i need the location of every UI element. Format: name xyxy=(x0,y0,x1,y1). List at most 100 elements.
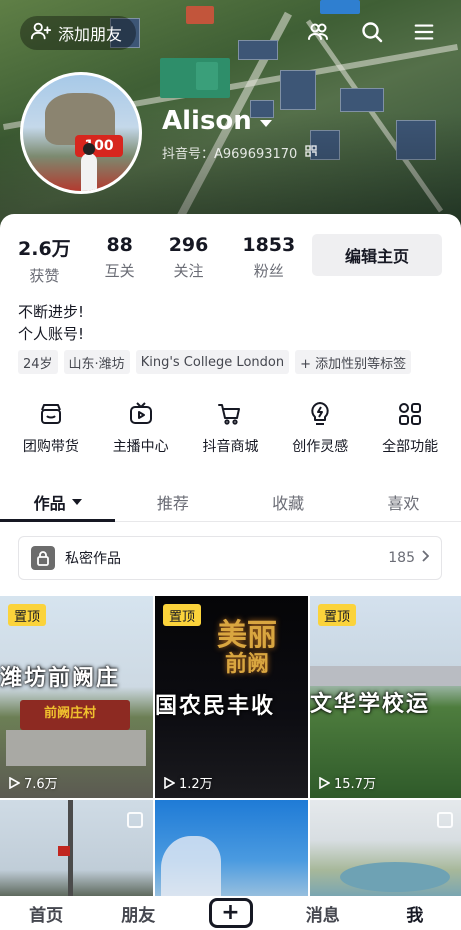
private-works-count-value: 185 xyxy=(388,550,415,566)
tab-likes[interactable]: 喜欢 xyxy=(346,482,461,521)
tab-favorites[interactable]: 收藏 xyxy=(231,482,346,521)
video-thumbnail[interactable] xyxy=(0,800,153,900)
shopping-cart-icon xyxy=(216,400,244,428)
feature-all[interactable]: 全部功能 xyxy=(367,400,453,456)
chevron-down-icon xyxy=(259,119,272,127)
tab-label: 作品 xyxy=(33,493,66,513)
feature-label: 团购带货 xyxy=(22,439,79,455)
stat-following[interactable]: 296 关注 xyxy=(169,234,209,286)
pinned-badge: 置顶 xyxy=(163,604,202,626)
play-count-value: 1.2万 xyxy=(179,777,213,792)
account-id[interactable]: 抖音号：A969693170 xyxy=(162,143,318,162)
account-id-text: 抖音号：A969693170 xyxy=(162,147,298,162)
video-thumbnail[interactable]: 前阙庄村 置顶 潍坊前阙庄 7.6万 xyxy=(0,596,153,798)
stat-label: 互关 xyxy=(104,262,135,280)
avatar[interactable]: 100 xyxy=(20,72,142,194)
chevron-down-icon xyxy=(71,498,82,505)
profile-tags: 24岁 山东·潍坊 King's College London + 添加性别等标… xyxy=(18,350,412,374)
play-count: 1.2万 xyxy=(163,773,213,792)
video-caption: 国农民丰收 xyxy=(155,693,276,719)
nav-me[interactable]: 我 xyxy=(369,901,461,926)
tag-location[interactable]: 山东·潍坊 xyxy=(63,350,130,374)
private-works-row[interactable]: 私密作品 185 xyxy=(18,536,442,580)
banner-field xyxy=(186,6,214,24)
tag-age[interactable]: 24岁 xyxy=(18,350,58,374)
nav-messages[interactable]: 消息 xyxy=(277,901,369,926)
thumb-road xyxy=(6,730,146,766)
thumb-sign-text: 前阙庄村 xyxy=(44,706,97,721)
friends-icon[interactable] xyxy=(304,18,332,46)
stat-value: 2.6万 xyxy=(18,238,71,260)
stat-label: 粉丝 xyxy=(253,262,284,280)
bio-line: 个人账号! xyxy=(18,325,85,343)
tab-label: 推荐 xyxy=(156,493,189,513)
bio[interactable]: 不断进步! 个人账号! xyxy=(18,301,84,345)
bio-line: 不断进步! xyxy=(18,303,85,321)
add-person-icon xyxy=(30,20,52,46)
banner-building xyxy=(280,70,316,110)
video-grid: 前阙庄村 置顶 潍坊前阙庄 7.6万 美丽 前阙 置顶 国农民丰收 1.2万 置… xyxy=(0,596,461,900)
nickname-text: Alison xyxy=(162,106,252,136)
lightbulb-icon xyxy=(306,400,334,428)
lock-icon xyxy=(31,546,55,570)
qr-code-icon xyxy=(305,144,318,161)
banner-building xyxy=(340,88,384,112)
feature-mall[interactable]: 抖音商城 xyxy=(187,400,273,456)
play-count: 7.6万 xyxy=(8,773,58,792)
stat-value: 296 xyxy=(168,234,209,256)
add-friend-button[interactable]: 添加朋友 xyxy=(20,16,137,50)
tag-school[interactable]: King's College London xyxy=(135,350,290,374)
feature-live-center[interactable]: 主播中心 xyxy=(98,400,184,456)
feature-row: 团购带货 主播中心 抖音商城 创作灵感 全部功能 xyxy=(0,400,461,456)
search-icon[interactable] xyxy=(358,18,386,46)
avatar-person xyxy=(81,143,97,191)
thumb-flag xyxy=(58,846,70,856)
play-count-value: 7.6万 xyxy=(24,777,58,792)
add-tag-button[interactable]: + 添加性别等标签 xyxy=(295,350,412,374)
live-tv-icon xyxy=(127,400,155,428)
nickname[interactable]: Alison xyxy=(162,106,272,136)
play-icon xyxy=(164,776,175,789)
feature-label: 全部功能 xyxy=(382,439,439,455)
video-thumbnail[interactable]: 置顶 文华学校运 15.7万 xyxy=(310,596,461,798)
stat-value: 88 xyxy=(106,234,133,256)
feature-label: 主播中心 xyxy=(112,439,169,455)
play-count: 15.7万 xyxy=(318,773,376,792)
tab-recommend[interactable]: 推荐 xyxy=(115,482,230,521)
profile-banner[interactable]: 添加朋友 100 Alison 抖音号：A969693170 xyxy=(0,0,461,232)
stat-label: 关注 xyxy=(173,262,204,280)
banner-field xyxy=(160,58,230,98)
nav-friends[interactable]: 朋友 xyxy=(92,901,184,926)
grid-icon xyxy=(396,400,424,428)
group-buy-icon xyxy=(37,400,65,428)
video-caption: 文华学校运 xyxy=(310,691,431,717)
play-icon xyxy=(9,776,20,789)
pinned-badge: 置顶 xyxy=(8,604,47,626)
tab-works[interactable]: 作品 xyxy=(0,482,116,522)
feature-inspiration[interactable]: 创作灵感 xyxy=(277,400,363,456)
banner-field xyxy=(196,62,218,90)
banner-field xyxy=(320,0,360,14)
tab-label: 收藏 xyxy=(272,493,305,513)
play-icon xyxy=(319,776,330,789)
edit-profile-button[interactable]: 编辑主页 xyxy=(312,234,442,276)
video-thumbnail[interactable] xyxy=(155,800,308,900)
video-thumbnail[interactable] xyxy=(310,800,461,900)
stat-followers[interactable]: 1853 粉丝 xyxy=(242,234,295,286)
thumb-neon-text: 前阙 xyxy=(225,651,270,677)
stat-label: 获赞 xyxy=(29,267,60,285)
avatar-sign: 100 xyxy=(75,135,123,157)
thumb-lake xyxy=(340,862,450,892)
nav-create[interactable]: + xyxy=(184,898,276,928)
stats-row: 2.6万 获赞 88 互关 296 关注 1853 粉丝 xyxy=(18,234,329,286)
thumb-buildings xyxy=(310,666,461,686)
video-thumbnail[interactable]: 美丽 前阙 置顶 国农民丰收 1.2万 xyxy=(155,596,308,798)
play-count-value: 15.7万 xyxy=(334,777,376,792)
menu-icon[interactable] xyxy=(410,18,438,46)
nav-home[interactable]: 首页 xyxy=(0,901,92,926)
stat-likes[interactable]: 2.6万 获赞 xyxy=(18,234,71,286)
multi-image-icon xyxy=(127,812,143,828)
add-friend-label: 添加朋友 xyxy=(58,25,123,44)
feature-group-buy[interactable]: 团购带货 xyxy=(8,400,94,456)
stat-mutual[interactable]: 88 互关 xyxy=(105,234,135,286)
